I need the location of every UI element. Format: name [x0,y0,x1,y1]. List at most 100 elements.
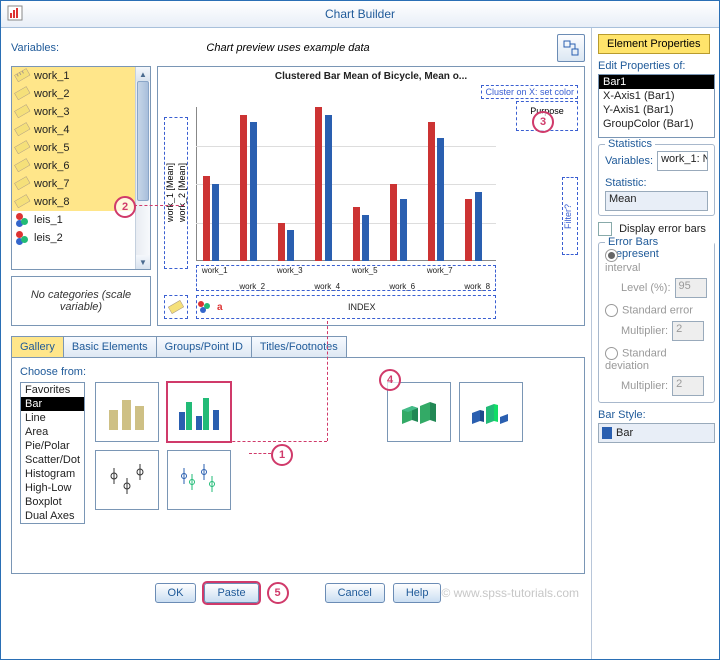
legend-title-box[interactable]: Cluster on X: set color [481,85,578,99]
element-properties-pane: Element Properties Edit Properties of: B… [591,28,719,660]
titlebar: Chart Builder [1,1,719,28]
filter-dropzone[interactable]: Filter? [562,177,578,255]
list-item[interactable]: Y-Axis1 (Bar1) [599,103,714,117]
categories-box: No categories (scale variable) [11,276,151,326]
element-properties-button[interactable]: Element Properties [598,34,710,54]
help-button[interactable]: Help [393,583,442,603]
chart-type-item[interactable]: Pie/Polar [21,439,84,453]
thumb-clustered-bar[interactable] [167,382,231,442]
scroll-down[interactable]: ▼ [136,255,150,269]
chart-type-item[interactable]: High-Low [21,481,84,495]
tab-titles-footnotes[interactable]: Titles/Footnotes [251,336,347,357]
chart-type-item[interactable]: Histogram [21,467,84,481]
marker-4: 4 [379,369,401,391]
gallery-panel: Choose from: Favorites Bar Line Area Pie… [11,358,585,574]
thumb-clustered-error-bar[interactable] [167,450,231,510]
marker-5: 5 [267,582,289,604]
display-error-bars-checkbox[interactable] [598,222,612,236]
paste-button[interactable]: Paste [204,583,258,603]
thumb-3d-bar[interactable] [387,382,451,442]
tab-basic-elements[interactable]: Basic Elements [63,336,157,357]
statistics-group: Statistics Variables: work_1: N Statisti… [598,144,715,216]
statistic-label: Statistic: [605,177,708,189]
chart-type-item[interactable]: Bar [21,397,84,411]
left-pane: Variables: Chart preview uses example da… [1,28,591,660]
tabs: Gallery Basic Elements Groups/Point ID T… [11,336,585,358]
scroll-up[interactable]: ▲ [136,67,150,81]
window-title: Chart Builder [325,7,395,21]
list-item[interactable]: work_7 [12,175,136,193]
variables-list[interactable]: work_1 work_2 work_3 work_4 work_5 work_… [11,66,151,270]
bar-style-select[interactable]: Bar [598,423,715,443]
list-item[interactable]: X-Axis1 (Bar1) [599,89,714,103]
marker-1: 1 [271,444,293,466]
ci-radio [605,249,618,262]
scrollbar[interactable]: ▲ ▼ [135,67,150,269]
chart-type-list[interactable]: Favorites Bar Line Area Pie/Polar Scatte… [20,382,85,524]
choose-from-label: Choose from: [20,366,576,378]
edit-properties-label: Edit Properties of: [598,60,715,72]
list-item[interactable]: work_6 [12,157,136,175]
scale-icon [14,104,32,121]
y-axis-drop-icon[interactable] [164,295,188,319]
list-item[interactable]: work_4 [12,121,136,139]
watermark: © www.spss-tutorials.com [441,586,579,600]
swap-axes-button[interactable] [557,34,585,62]
variables-label: Variables: [605,155,653,167]
list-item[interactable]: GroupColor (Bar1) [599,117,714,131]
properties-list[interactable]: Bar1 X-Axis1 (Bar1) Y-Axis1 (Bar1) Group… [598,74,715,138]
chart-type-item[interactable]: Boxplot [21,495,84,509]
statistic-select[interactable]: Mean [605,191,708,211]
chart-preview[interactable]: Clustered Bar Mean of Bicycle, Mean o...… [157,66,585,326]
list-item[interactable]: Bar1 [599,75,714,89]
se-radio [605,304,618,317]
chart-plot-area: work_1work_2work_3work_4work_5work_6work… [196,107,496,261]
list-item[interactable]: work_5 [12,139,136,157]
scroll-thumb[interactable] [137,81,149,201]
scale-icon [14,140,32,157]
chart-type-item[interactable]: Scatter/Dot [21,453,84,467]
nominal-icon [197,300,211,314]
nominal-icon [16,213,30,227]
tab-gallery[interactable]: Gallery [11,336,64,357]
multiplier-input: 2 [672,321,704,341]
multiplier-input-2: 2 [672,376,704,396]
scale-icon [14,68,32,85]
error-bars-group: Error Bars Represent Confidence interval… [598,242,715,403]
display-error-bars-label: Display error bars [619,223,706,235]
scale-icon [14,194,32,211]
index-dropzone[interactable]: a INDEX [196,295,496,319]
list-item[interactable]: work_1 [12,67,136,85]
x-axis-dropzone[interactable] [196,265,496,291]
chart-type-item[interactable]: Dual Axes [21,509,84,523]
chart-type-item[interactable]: Area [21,425,84,439]
variables-label: Variables: [11,42,59,54]
chart-builder-window: Chart Builder Variables: Chart preview u… [0,0,720,660]
scale-icon [14,176,32,193]
chart-title: Clustered Bar Mean of Bicycle, Mean o... [162,71,580,82]
tab-groups-point-id[interactable]: Groups/Point ID [156,336,252,357]
bar-icon [602,427,612,439]
cancel-button[interactable]: Cancel [325,583,385,603]
bar-style-label: Bar Style: [598,409,715,421]
scale-icon [14,122,32,139]
sd-radio [605,347,618,360]
ok-button[interactable]: OK [155,583,197,603]
level-input: 95 [675,278,707,298]
dialog-buttons: OK Paste 5 Cancel Help © www.spss-tutori… [11,582,585,604]
list-item[interactable]: work_3 [12,103,136,121]
statistics-variable-field[interactable]: work_1: N [657,151,708,171]
list-item[interactable]: leis_2 [12,229,136,247]
thumb-simple-bar[interactable] [95,382,159,442]
chart-type-item[interactable]: Favorites [21,383,84,397]
list-item[interactable]: work_2 [12,85,136,103]
scale-icon [14,158,32,175]
scale-icon [14,86,32,103]
thumb-error-bar[interactable] [95,450,159,510]
chart-type-item[interactable]: Line [21,411,84,425]
thumb-3d-clustered-bar[interactable] [459,382,523,442]
y-axis-dropzone[interactable]: work_1 [Mean] work_2 [Mean] [164,117,188,269]
marker-2: 2 [114,196,136,218]
nominal-icon [16,231,30,245]
marker-3: 3 [532,111,554,133]
